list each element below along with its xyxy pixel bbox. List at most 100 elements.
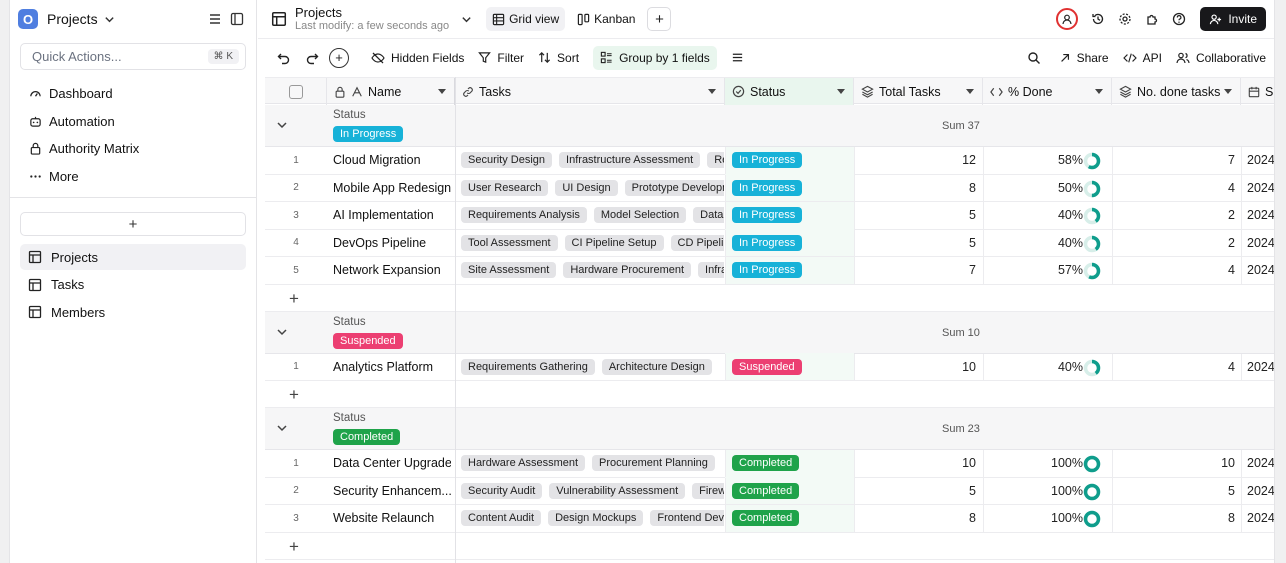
- status-cell[interactable]: In Progress: [725, 201, 854, 229]
- status-cell[interactable]: Suspended: [725, 353, 854, 381]
- sort-button[interactable]: Sort: [538, 46, 579, 70]
- project-name-cell[interactable]: Website Relaunch: [333, 511, 451, 525]
- total-tasks-cell[interactable]: 5: [854, 484, 976, 498]
- add-table-button[interactable]: +: [20, 212, 246, 236]
- column-menu-icon[interactable]: [837, 89, 845, 94]
- done-tasks-cell[interactable]: 10: [1111, 456, 1235, 470]
- task-chip[interactable]: CI Pipeline Setup: [564, 234, 664, 251]
- task-chip[interactable]: Site Assessment: [461, 262, 557, 279]
- add-row-button[interactable]: +: [289, 289, 299, 309]
- collaborative-button[interactable]: Collaborative: [1176, 46, 1266, 70]
- done-tasks-cell[interactable]: 4: [1111, 360, 1235, 374]
- plugin-icon[interactable]: [1141, 8, 1163, 30]
- total-tasks-cell[interactable]: 12: [854, 153, 976, 167]
- undo-icon[interactable]: [273, 47, 295, 69]
- sidebar-item-projects[interactable]: Projects: [20, 244, 246, 270]
- quick-actions-input[interactable]: Quick Actions... ⌘ K: [20, 43, 246, 70]
- api-button[interactable]: API: [1122, 46, 1162, 70]
- project-name-cell[interactable]: Mobile App Redesign: [333, 181, 451, 195]
- done-tasks-cell[interactable]: 2: [1111, 236, 1235, 250]
- done-tasks-cell[interactable]: 2: [1111, 208, 1235, 222]
- workspace-logo[interactable]: O: [18, 9, 38, 29]
- sidebar-item-more[interactable]: More: [10, 163, 256, 191]
- project-name-cell[interactable]: Analytics Platform: [333, 360, 451, 374]
- table-row[interactable]: 1 Data Center Upgrade Hardware Assessment P…: [265, 449, 1274, 478]
- task-chip[interactable]: Hardware Assessment: [461, 455, 586, 472]
- start-date-cell[interactable]: 2024: [1247, 153, 1274, 167]
- table-row[interactable]: 3 AI Implementation Requirements Analysis M…: [265, 201, 1274, 230]
- tasks-cell[interactable]: Content Audit Design Mockups Frontend Deve: [461, 510, 724, 527]
- total-tasks-cell[interactable]: 7: [854, 263, 976, 277]
- redo-icon[interactable]: [301, 47, 323, 69]
- total-tasks-cell[interactable]: 10: [854, 456, 976, 470]
- chevron-down-icon[interactable]: [461, 14, 472, 25]
- start-date-cell[interactable]: 2024: [1247, 181, 1274, 195]
- sidebar-item-tasks[interactable]: Tasks: [20, 272, 246, 298]
- pct-done-cell[interactable]: 40%: [976, 236, 1083, 250]
- total-tasks-cell[interactable]: 5: [854, 236, 976, 250]
- task-chip[interactable]: Model Selection: [593, 207, 687, 224]
- add-record-button[interactable]: +: [329, 47, 349, 68]
- help-icon[interactable]: [1168, 8, 1190, 30]
- search-icon[interactable]: [1023, 47, 1045, 69]
- done-tasks-cell[interactable]: 8: [1111, 511, 1235, 525]
- start-date-cell[interactable]: 2024: [1247, 511, 1274, 525]
- total-tasks-cell[interactable]: 10: [854, 360, 976, 374]
- avatar[interactable]: [1056, 8, 1079, 30]
- task-chip[interactable]: Design Mockups: [548, 510, 644, 527]
- done-tasks-cell[interactable]: 7: [1111, 153, 1235, 167]
- status-cell[interactable]: In Progress: [725, 174, 854, 202]
- done-tasks-cell[interactable]: 4: [1111, 263, 1235, 277]
- task-chip[interactable]: Requirements Gathering: [461, 358, 595, 375]
- workspace-title[interactable]: Projects: [47, 11, 98, 27]
- tasks-cell[interactable]: Requirements Analysis Model Selection Data: [461, 207, 724, 224]
- project-name-cell[interactable]: DevOps Pipeline: [333, 236, 451, 250]
- table-row[interactable]: 3 Website Relaunch Content Audit Design Moc…: [265, 504, 1274, 533]
- status-cell[interactable]: In Progress: [725, 256, 854, 284]
- pct-done-cell[interactable]: 100%: [976, 484, 1083, 498]
- sidebar-item-members[interactable]: Members: [20, 299, 246, 325]
- column-header-total-tasks[interactable]: Total Tasks: [854, 78, 983, 105]
- status-cell[interactable]: Completed: [725, 504, 854, 532]
- task-chip[interactable]: Frontend Deve: [650, 510, 724, 527]
- task-chip[interactable]: UI Design: [555, 179, 618, 196]
- start-date-cell[interactable]: 2024: [1247, 360, 1274, 374]
- column-header-name[interactable]: Name: [327, 78, 455, 105]
- task-chip[interactable]: User Research: [461, 179, 549, 196]
- add-row-button[interactable]: +: [289, 537, 299, 557]
- sidebar-item-automation[interactable]: Automation: [10, 108, 256, 136]
- task-chip[interactable]: Procurement Planning: [592, 455, 715, 472]
- column-menu-icon[interactable]: [966, 89, 974, 94]
- sidebar-item-dashboard[interactable]: Dashboard: [10, 80, 256, 108]
- hidden-fields-button[interactable]: Hidden Fields: [371, 46, 464, 70]
- history-icon[interactable]: [1087, 8, 1109, 30]
- invite-button[interactable]: Invite: [1200, 7, 1266, 31]
- tasks-cell[interactable]: Tool Assessment CI Pipeline Setup CD Pipel…: [461, 234, 724, 251]
- column-menu-icon[interactable]: [1095, 89, 1103, 94]
- tasks-cell[interactable]: Security Audit Vulnerability Assessment Fi…: [461, 482, 724, 499]
- start-date-cell[interactable]: 2024: [1247, 484, 1274, 498]
- pct-done-cell[interactable]: 100%: [976, 511, 1083, 525]
- status-cell[interactable]: In Progress: [725, 146, 854, 174]
- column-header-status[interactable]: Status: [725, 78, 854, 105]
- status-cell[interactable]: Completed: [725, 477, 854, 505]
- pct-done-cell[interactable]: 40%: [976, 208, 1083, 222]
- total-tasks-cell[interactable]: 8: [854, 181, 976, 195]
- more-options-icon[interactable]: [727, 47, 749, 69]
- chevron-down-icon[interactable]: [104, 14, 115, 25]
- project-name-cell[interactable]: Data Center Upgrade: [333, 456, 451, 470]
- total-tasks-cell[interactable]: 5: [854, 208, 976, 222]
- table-row[interactable]: 1 Cloud Migration Security Design Infrastru…: [265, 146, 1274, 175]
- status-cell[interactable]: Completed: [725, 449, 854, 477]
- tab-grid-view[interactable]: Grid view: [486, 7, 566, 31]
- project-name-cell[interactable]: AI Implementation: [333, 208, 451, 222]
- gear-icon[interactable]: [1114, 8, 1136, 30]
- chevron-down-icon[interactable]: [276, 326, 288, 341]
- column-header-tasks[interactable]: Tasks: [455, 78, 725, 105]
- pct-done-cell[interactable]: 40%: [976, 360, 1083, 374]
- add-view-button[interactable]: +: [647, 7, 672, 31]
- start-date-cell[interactable]: 2024: [1247, 236, 1274, 250]
- task-chip[interactable]: Infrastructure Assessment: [559, 152, 701, 169]
- task-chip[interactable]: Prototype Developm: [624, 179, 724, 196]
- total-tasks-cell[interactable]: 8: [854, 511, 976, 525]
